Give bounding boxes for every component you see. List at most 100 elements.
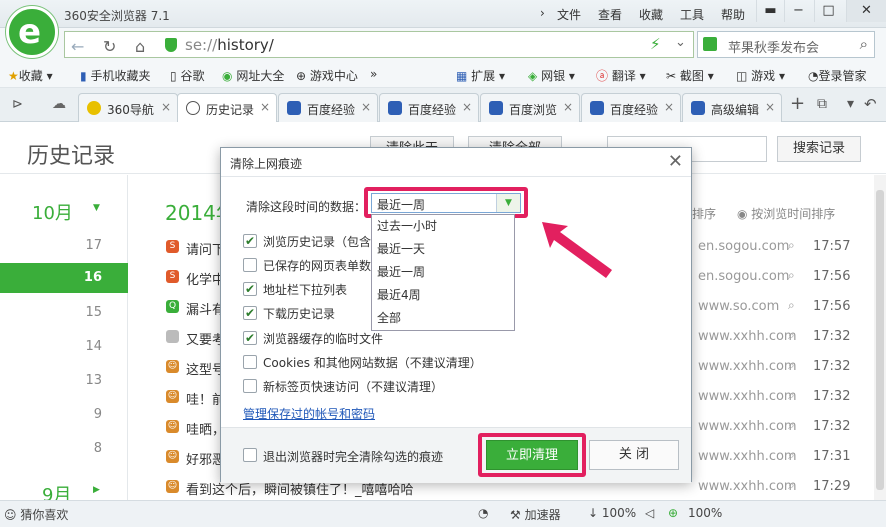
recommend-link[interactable]: ☺ 猜你喜欢 <box>4 506 68 523</box>
zoom-level[interactable]: 100% <box>688 506 722 520</box>
home-icon[interactable]: ⌂ <box>135 37 145 56</box>
cloud-icon[interactable]: ☁ <box>52 96 66 112</box>
search-engine-icon[interactable] <box>703 37 717 51</box>
mute-icon[interactable]: ◁ <box>645 506 654 520</box>
clear-option-checkbox[interactable]: ✔ <box>243 306 257 320</box>
tab-advanced-edit[interactable]: 高级编辑 × <box>682 93 782 122</box>
tab-baidu-3[interactable]: 百度经验 × <box>581 93 681 122</box>
bookmark-hao[interactable]: ◉ 网址大全 <box>222 67 284 84</box>
scrollbar-thumb[interactable] <box>876 190 884 490</box>
menu-view[interactable]: 查看 <box>598 6 622 23</box>
month-expand-icon[interactable]: ▼ <box>93 203 100 213</box>
close-dialog-button[interactable]: 关 闭 <box>589 440 679 470</box>
url-text[interactable]: se://history/ <box>185 36 274 54</box>
ext-translate[interactable]: ⓐ 翻译 ▾ <box>596 67 646 84</box>
day-item[interactable]: 14 <box>0 332 128 362</box>
range-option[interactable]: 最近一天 <box>372 238 514 261</box>
tab-close-icon[interactable]: × <box>563 100 573 114</box>
search-icon[interactable]: ⌕ <box>788 298 795 313</box>
bookmark-mobile[interactable]: ▮ 手机收藏夹 <box>80 67 150 84</box>
tab-360-nav[interactable]: 360导航 × <box>78 93 178 122</box>
lightning-icon[interactable]: ⚡ <box>650 35 661 53</box>
day-item[interactable]: 15 <box>0 298 128 328</box>
search-icon[interactable]: ⌕ <box>788 238 795 253</box>
tab-baidu-2[interactable]: 百度经验 × <box>379 93 479 122</box>
range-option[interactable]: 过去一小时 <box>372 215 514 238</box>
range-option[interactable]: 全部 <box>372 307 514 330</box>
search-box[interactable]: 苹果秋季发布会 ⌕ <box>697 31 875 58</box>
tab-list-icon[interactable]: ⧉ <box>817 96 827 112</box>
search-icon[interactable]: ⌕ <box>788 358 795 373</box>
manage-passwords-link[interactable]: 管理保存过的帐号和密码 <box>243 405 375 422</box>
menu-file[interactable]: 文件 <box>557 6 581 23</box>
address-bar[interactable]: ← ↻ ⌂ se://history/ ⚡ ⌄ <box>64 31 694 58</box>
tab-close-icon[interactable]: × <box>260 100 270 114</box>
tab-close-icon[interactable]: × <box>765 100 775 114</box>
back-icon[interactable]: ← <box>71 37 84 56</box>
tab-close-icon[interactable]: × <box>361 100 371 114</box>
month-october[interactable]: 10月 <box>32 199 73 225</box>
maximize-button[interactable]: □ <box>814 0 842 22</box>
tab-close-icon[interactable]: × <box>664 100 674 114</box>
menu-help[interactable]: 帮助 <box>721 6 745 23</box>
tab-close-icon[interactable]: × <box>161 100 171 114</box>
sort-by-time-radio[interactable]: ◉ 按浏览时间排序 <box>737 205 835 222</box>
search-icon[interactable]: ⌕ <box>788 418 795 433</box>
ext-games[interactable]: ◫ 游戏 ▾ <box>736 67 785 84</box>
search-icon[interactable]: ⌕ <box>788 388 795 403</box>
clear-option-checkbox[interactable]: ✔ <box>243 331 257 345</box>
search-history-button[interactable]: 搜索记录 <box>777 136 861 162</box>
search-icon[interactable]: ⌕ <box>788 448 795 463</box>
clear-option-checkbox[interactable] <box>243 355 257 369</box>
month-collapse-icon[interactable]: ▶ <box>93 485 100 495</box>
sort-label[interactable]: 排序 <box>692 205 716 222</box>
menu-arrow[interactable]: › <box>540 6 545 20</box>
undo-close-icon[interactable]: ↶ <box>864 95 877 113</box>
menu-favorites[interactable]: 收藏 <box>639 6 663 23</box>
zoom-icon[interactable]: ⊕ <box>668 506 678 520</box>
dialog-close-icon[interactable]: ✕ <box>668 151 683 172</box>
day-item[interactable]: 17 <box>0 231 128 261</box>
bookmark-google[interactable]: ▯ 谷歌 <box>170 67 204 84</box>
browser-logo[interactable]: e <box>6 6 58 58</box>
search-icon[interactable]: ⌕ <box>860 35 868 53</box>
new-tab-icon[interactable]: + <box>790 93 805 114</box>
minimize-button[interactable]: − <box>784 0 812 22</box>
day-item[interactable]: 13 <box>0 366 128 396</box>
tab-close-icon[interactable]: × <box>462 100 472 114</box>
clear-option-checkbox[interactable] <box>243 258 257 272</box>
tab-baidu-1[interactable]: 百度经验 × <box>278 93 378 122</box>
refresh-icon[interactable]: ↻ <box>103 37 116 56</box>
bookmarks-more[interactable]: » <box>370 67 377 81</box>
accelerator[interactable]: ⚒ 加速器 <box>510 506 561 523</box>
clear-option-checkbox[interactable] <box>243 379 257 393</box>
day-item[interactable]: 8 <box>0 434 128 464</box>
bookmark-games[interactable]: ⊕ 游戏中心 <box>296 67 358 84</box>
dropdown-chevron-icon[interactable]: ⌄ <box>675 35 686 50</box>
range-option[interactable]: 最近一周 <box>372 261 514 284</box>
bookmark-favorites[interactable]: ★收藏 ▾ <box>8 67 53 84</box>
tab-baidu-browser[interactable]: 百度浏览 × <box>480 93 580 122</box>
search-input[interactable]: 苹果秋季发布会 <box>728 37 819 56</box>
close-window-button[interactable]: ✕ <box>846 0 886 22</box>
clear-option-checkbox[interactable]: ✔ <box>243 282 257 296</box>
speed-icon[interactable]: ◔ <box>478 506 488 520</box>
day-item[interactable]: 9 <box>0 400 128 430</box>
ext-screenshot[interactable]: ✂ 截图 ▾ <box>666 67 714 84</box>
scrollbar[interactable] <box>874 175 886 500</box>
clear-option-checkbox[interactable]: ✔ <box>243 234 257 248</box>
sidebar-toggle-icon[interactable]: ⊳ <box>12 97 23 112</box>
range-option[interactable]: 最近4周 <box>372 284 514 307</box>
tab-history[interactable]: 历史记录 × <box>177 93 277 123</box>
search-icon[interactable]: ⌕ <box>788 328 795 343</box>
ext-login-manager[interactable]: ◔登录管家 <box>808 67 867 84</box>
day-item-active[interactable]: 16 <box>0 263 128 293</box>
tab-menu-icon[interactable]: ▾ <box>847 96 854 112</box>
exit-clear-checkbox[interactable] <box>243 448 257 462</box>
download-indicator[interactable]: ↓ 100% <box>588 506 636 520</box>
menu-tools[interactable]: 工具 <box>680 6 704 23</box>
search-icon[interactable]: ⌕ <box>788 268 795 283</box>
ext-extensions[interactable]: ▦ 扩展 ▾ <box>456 67 505 84</box>
search-icon[interactable]: ⌕ <box>788 478 795 493</box>
ext-bank[interactable]: ◈ 网银 ▾ <box>528 67 575 84</box>
